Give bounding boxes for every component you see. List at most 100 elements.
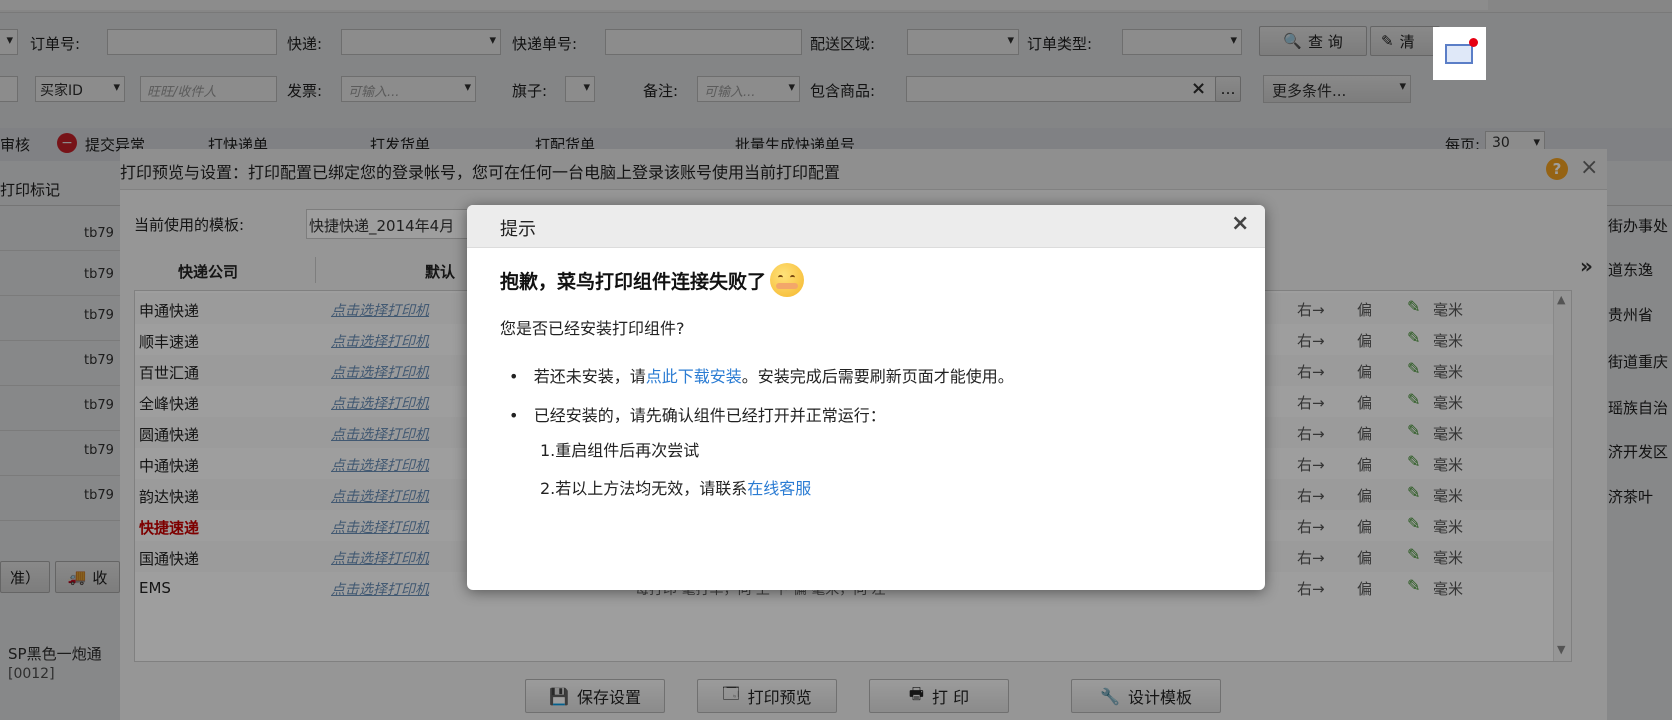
mm-label: 毫米 <box>1433 425 1464 443</box>
mm-label: 毫米 <box>1433 394 1464 412</box>
select-printer-link[interactable]: 点击选择打印机 <box>331 579 429 599</box>
offset-label: 偏 <box>1357 425 1373 443</box>
company-name: 快捷速递 <box>139 519 200 537</box>
sad-face-icon <box>770 263 805 297</box>
download-install-link[interactable]: 点此下载安装 <box>646 367 742 386</box>
template-select[interactable]: 快捷快递_2014年4月 <box>306 209 476 239</box>
online-service-link[interactable]: 在线客服 <box>747 479 811 498</box>
window-icon <box>1445 44 1473 64</box>
print-preview-button[interactable]: 🗔 打印预览 <box>697 679 837 713</box>
company-name: 国通快递 <box>139 550 200 568</box>
save-icon: 💾 <box>549 686 569 706</box>
scroll-down-icon[interactable]: ▼ <box>1557 643 1565 656</box>
template-value: 快捷快递_2014年4月 <box>309 217 455 235</box>
offset-label: 偏 <box>1357 549 1373 567</box>
offset-label: 偏 <box>1357 363 1373 381</box>
print-dialog-close-icon[interactable]: × <box>1580 155 1598 180</box>
mm-label: 毫米 <box>1433 363 1464 381</box>
pencil-icon: ✎ <box>1407 514 1421 533</box>
offset-direction-select[interactable]: 右→ <box>1297 299 1325 320</box>
company-name: 百世汇通 <box>139 364 200 382</box>
bullet-1-suffix: 。安装完成后需要刷新页面才能使用。 <box>741 367 1014 386</box>
alert-heading: 抱歉，菜鸟打印组件连接失败了 <box>500 270 767 293</box>
offset-label: 偏 <box>1357 332 1373 350</box>
save-settings-button[interactable]: 💾 保存设置 <box>525 679 665 713</box>
mm-label: 毫米 <box>1433 456 1464 474</box>
design-template-button[interactable]: 🔧 设计模板 <box>1071 679 1221 713</box>
alert-titlebar: 提示 × <box>467 205 1265 248</box>
offset-direction-select[interactable]: 右→ <box>1297 547 1325 568</box>
bullet-2-text: 已经安装的，请先确认组件已经打开并正常运行： <box>533 406 886 425</box>
select-printer-link[interactable]: 点击选择打印机 <box>331 424 429 444</box>
design-template-label: 设计模板 <box>1127 688 1192 707</box>
offset-direction-select[interactable]: 右→ <box>1297 423 1325 444</box>
connection-failed-alert: 提示 × 抱歉，菜鸟打印组件连接失败了 您是否已经安装打印组件? • 若还未安装… <box>467 205 1265 590</box>
bullet-1-prefix: 若还未安装，请 <box>533 367 646 386</box>
notification-dot <box>1469 38 1478 47</box>
default-column-header: 默认 <box>425 263 456 281</box>
print-button[interactable]: 🖶 打 印 <box>869 679 1009 713</box>
help-icon[interactable]: ? <box>1546 158 1568 180</box>
save-settings-label: 保存设置 <box>576 688 641 707</box>
company-name: 中通快递 <box>139 457 200 475</box>
printer-icon: 🖶 <box>908 683 924 703</box>
select-printer-link[interactable]: 点击选择打印机 <box>331 300 429 320</box>
offset-label: 偏 <box>1357 394 1373 412</box>
company-column-header: 快递公司 <box>178 263 239 281</box>
bullet-2: • 已经安装的，请先确认组件已经打开并正常运行： <box>509 402 886 426</box>
mm-label: 毫米 <box>1433 332 1464 350</box>
mm-label: 毫米 <box>1433 580 1464 598</box>
mm-label: 毫米 <box>1433 518 1464 536</box>
pencil-icon: ✎ <box>1407 328 1421 347</box>
print-dialog-titlebar: 打印预览与设置：打印配置已绑定您的登录帐号，您可在任何一台电脑上登录该账号使用当… <box>120 149 1607 190</box>
pencil-icon: ✎ <box>1407 297 1421 316</box>
offset-direction-select[interactable]: 右→ <box>1297 578 1325 599</box>
pencil-icon: ✎ <box>1407 545 1421 564</box>
list-scrollbar[interactable]: ▲ ▼ <box>1553 291 1571 661</box>
company-name: 申通快递 <box>139 302 200 320</box>
alert-close-icon[interactable]: × <box>1231 211 1249 236</box>
pencil-icon: ✎ <box>1407 359 1421 378</box>
offset-label: 偏 <box>1357 518 1373 536</box>
select-printer-link[interactable]: 点击选择打印机 <box>331 486 429 506</box>
select-printer-link[interactable]: 点击选择打印机 <box>331 331 429 351</box>
company-name: 圆通快递 <box>139 426 200 444</box>
wrench-icon: 🔧 <box>1100 686 1120 706</box>
preview-icon: 🗔 <box>722 683 740 703</box>
scroll-up-icon[interactable]: ▲ <box>1557 293 1565 306</box>
bullet-dot: • <box>509 367 519 386</box>
template-label: 当前使用的模板: <box>134 216 245 234</box>
offset-direction-select[interactable]: 右→ <box>1297 361 1325 382</box>
pencil-icon: ✎ <box>1407 483 1421 502</box>
offset-direction-select[interactable]: 右→ <box>1297 392 1325 413</box>
step-2-prefix: 2.若以上方法均无效，请联系 <box>540 479 748 498</box>
select-printer-link[interactable]: 点击选择打印机 <box>331 517 429 537</box>
scroll-more-arrow[interactable]: » <box>1580 254 1593 278</box>
select-printer-link[interactable]: 点击选择打印机 <box>331 548 429 568</box>
company-name: EMS <box>139 579 171 597</box>
pencil-icon: ✎ <box>1407 390 1421 409</box>
pencil-icon: ✎ <box>1407 421 1421 440</box>
select-printer-link[interactable]: 点击选择打印机 <box>331 455 429 475</box>
company-name: 韵达快递 <box>139 488 200 506</box>
offset-label: 偏 <box>1357 456 1373 474</box>
offset-direction-select[interactable]: 右→ <box>1297 485 1325 506</box>
select-printer-link[interactable]: 点击选择打印机 <box>331 362 429 382</box>
pencil-icon: ✎ <box>1407 452 1421 471</box>
offset-label: 偏 <box>1357 580 1373 598</box>
company-name: 顺丰速递 <box>139 333 200 351</box>
print-label: 打 印 <box>932 688 970 707</box>
offset-direction-select[interactable]: 右→ <box>1297 330 1325 351</box>
company-name: 全峰快递 <box>139 395 200 413</box>
offset-direction-select[interactable]: 右→ <box>1297 516 1325 537</box>
offset-label: 偏 <box>1357 487 1373 505</box>
offset-direction-select[interactable]: 右→ <box>1297 454 1325 475</box>
print-preview-label: 打印预览 <box>747 688 812 707</box>
offset-label: 偏 <box>1357 301 1373 319</box>
pencil-icon: ✎ <box>1407 576 1421 595</box>
step-1: 1.重启组件后再次尝试 <box>540 441 700 460</box>
select-printer-link[interactable]: 点击选择打印机 <box>331 393 429 413</box>
notification-widget[interactable] <box>1433 27 1486 80</box>
bullet-1: • 若还未安装，请点此下载安装。安装完成后需要刷新页面才能使用。 <box>509 363 1014 387</box>
mm-label: 毫米 <box>1433 487 1464 505</box>
